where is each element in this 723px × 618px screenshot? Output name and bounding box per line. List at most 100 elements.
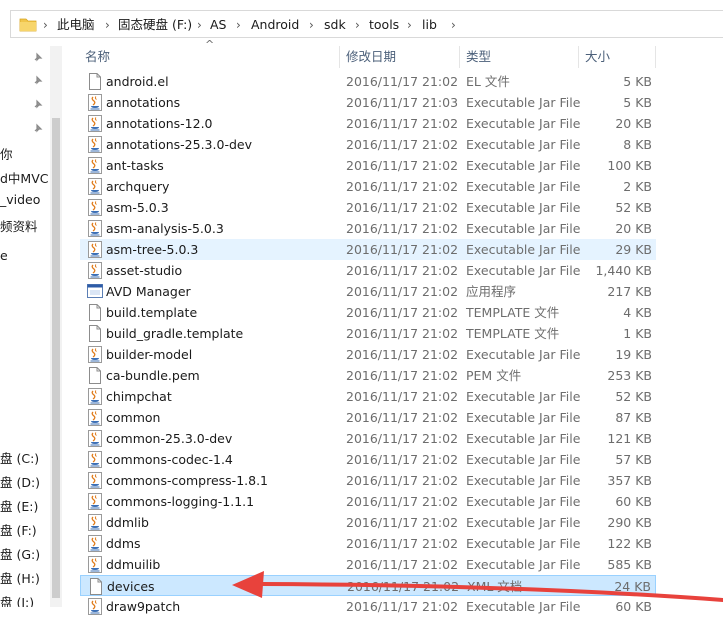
nav-item-drive-i[interactable]: 盘 (I:)	[0, 592, 34, 607]
file-size: 20 KB	[615, 116, 652, 131]
file-row[interactable]: archquery 2016/11/17 21:02 Executable Jar …	[80, 176, 656, 197]
file-name: annotations-12.0	[106, 116, 213, 131]
nav-scrollbar-thumb[interactable]	[52, 118, 60, 598]
file-row[interactable]: builder-model 2016/11/17 21:02 Executable …	[80, 344, 656, 365]
chevron-right-icon: ›	[236, 18, 241, 32]
file-modified-date: 2016/11/17 21:02	[346, 347, 459, 362]
nav-item-drive-c[interactable]: 盘 (C:)	[0, 448, 39, 467]
file-type: 应用程序	[466, 284, 517, 299]
nav-scrollbar[interactable]	[50, 46, 62, 607]
file-size: 1 KB	[623, 326, 652, 341]
file-size: 100 KB	[607, 158, 652, 173]
file-row[interactable]: android.el 2016/11/17 21:02 EL 文件 5 KB	[80, 71, 656, 92]
file-name: asm-tree-5.0.3	[106, 242, 199, 257]
file-name: AVD Manager	[106, 284, 191, 299]
breadcrumb-item-sdk[interactable]: sdk	[324, 16, 346, 34]
jar-icon	[87, 199, 103, 216]
file-row[interactable]: chimpchat 2016/11/17 21:02 Executable Jar …	[80, 386, 656, 407]
pin-icon[interactable]	[33, 123, 43, 133]
file-row[interactable]: commons-logging-1.1.1 2016/11/17 21:02 Exe…	[80, 491, 656, 512]
breadcrumb[interactable]: › 此电脑 › 固态硬盘 (F:) › AS › Android › sdk ›…	[10, 10, 723, 38]
file-type: Executable Jar File	[466, 410, 581, 425]
file-row[interactable]: asm-5.0.3 2016/11/17 21:02 Executable Jar …	[80, 197, 656, 218]
pin-icon[interactable]	[33, 75, 43, 85]
file-row[interactable]: ddmlib 2016/11/17 21:02 Executable Jar Fil…	[80, 512, 656, 533]
breadcrumb-item-drive-f[interactable]: 固态硬盘 (F:)	[118, 16, 192, 34]
file-row[interactable]: build.template 2016/11/17 21:02 TEMPLATE 文…	[80, 302, 656, 323]
file-size: 1,440 KB	[595, 263, 652, 278]
breadcrumb-item-android[interactable]: Android	[251, 16, 299, 34]
file-size: 52 KB	[615, 389, 652, 404]
jar-icon	[87, 136, 103, 153]
file-row[interactable]: asm-tree-5.0.3 2016/11/17 21:02 Executable…	[80, 239, 656, 260]
file-type: PEM 文件	[466, 368, 522, 383]
file-modified-date: 2016/11/17 21:02	[346, 200, 459, 215]
nav-item-drive-d[interactable]: 盘 (D:)	[0, 472, 40, 491]
file-name: common	[106, 410, 161, 425]
jar-icon	[87, 388, 103, 405]
nav-item[interactable]: e	[0, 248, 8, 263]
nav-item[interactable]: 你	[0, 144, 13, 163]
file-type: Executable Jar File	[466, 95, 581, 110]
jar-icon	[87, 493, 103, 510]
file-row[interactable]: commons-compress-1.8.1 2016/11/17 21:02 Ex…	[80, 470, 656, 491]
nav-item-drive-f[interactable]: 盘 (F:)	[0, 520, 37, 539]
file-modified-date: 2016/11/17 21:02	[346, 536, 459, 551]
jar-icon	[87, 262, 103, 279]
file-size: 5 KB	[623, 74, 652, 89]
file-row[interactable]: ant-tasks 2016/11/17 21:02 Executable Jar …	[80, 155, 656, 176]
file-size: 357 KB	[607, 473, 652, 488]
file-type: EL 文件	[466, 74, 510, 89]
file-row[interactable]: annotations-12.0 2016/11/17 21:02 Executab…	[80, 113, 656, 134]
file-modified-date: 2016/11/17 21:02	[347, 579, 460, 594]
file-row[interactable]: annotations 2016/11/17 21:03 Executable Ja…	[80, 92, 656, 113]
file-row[interactable]: ddmuilib 2016/11/17 21:02 Executable Jar F…	[80, 554, 656, 575]
column-header-size[interactable]: 大小	[579, 44, 655, 70]
app-icon	[87, 283, 103, 300]
breadcrumb-item-lib[interactable]: lib	[422, 16, 437, 34]
file-size: 121 KB	[607, 431, 652, 446]
file-type: TEMPLATE 文件	[466, 326, 560, 341]
file-row[interactable]: common 2016/11/17 21:02 Executable Jar Fil…	[80, 407, 656, 428]
nav-item-drive-e[interactable]: 盘 (E:)	[0, 496, 38, 515]
file-name: archquery	[106, 179, 170, 194]
file-size: 585 KB	[607, 557, 652, 572]
file-row[interactable]: AVD Manager 2016/11/17 21:02 应用程序 217 KB	[80, 281, 656, 302]
file-row[interactable]: ddms 2016/11/17 21:02 Executable Jar File 1…	[80, 533, 656, 554]
file-modified-date: 2016/11/17 21:02	[346, 179, 459, 194]
file-row[interactable]: common-25.3.0-dev 2016/11/17 21:02 Executa…	[80, 428, 656, 449]
file-name: chimpchat	[106, 389, 172, 404]
nav-item[interactable]: 频资料	[0, 216, 38, 235]
file-modified-date: 2016/11/17 21:02	[346, 473, 459, 488]
column-divider[interactable]	[655, 46, 656, 68]
file-row[interactable]: ca-bundle.pem 2016/11/17 21:02 PEM 文件 253 K…	[80, 365, 656, 386]
file-size: 4 KB	[623, 305, 652, 320]
column-header-date[interactable]: 修改日期	[340, 44, 460, 70]
jar-icon	[87, 514, 103, 531]
pin-icon[interactable]	[33, 99, 43, 109]
breadcrumb-item-this-pc[interactable]: 此电脑	[57, 16, 95, 34]
file-modified-date: 2016/11/17 21:02	[346, 305, 459, 320]
folder-icon	[19, 18, 37, 32]
pin-icon[interactable]	[33, 52, 43, 62]
file-row[interactable]: asset-studio 2016/11/17 21:02 Executable J…	[80, 260, 656, 281]
nav-item-drive-h[interactable]: 盘 (H:)	[0, 568, 40, 587]
breadcrumb-item-tools[interactable]: tools	[369, 16, 399, 34]
file-name: ca-bundle.pem	[106, 368, 200, 383]
file-row[interactable]: asm-analysis-5.0.3 2016/11/17 21:02 Execut…	[80, 218, 656, 239]
nav-item[interactable]: d中MVC	[0, 168, 48, 187]
file-icon	[87, 367, 103, 384]
nav-item[interactable]: _video	[0, 192, 40, 207]
column-header-name[interactable]: 名称	[79, 44, 339, 70]
file-icon	[87, 304, 103, 321]
breadcrumb-item-as[interactable]: AS	[210, 16, 227, 34]
file-row[interactable]: build_gradle.template 2016/11/17 21:02 TEM…	[80, 323, 656, 344]
file-row[interactable]: commons-codec-1.4 2016/11/17 21:02 Executa…	[80, 449, 656, 470]
chevron-right-icon: ›	[407, 18, 412, 32]
column-header-type[interactable]: 类型	[460, 44, 579, 70]
nav-item-drive-g[interactable]: 盘 (G:)	[0, 544, 40, 563]
file-name: asm-analysis-5.0.3	[106, 221, 224, 236]
file-row[interactable]: devices 2016/11/17 21:02 XML 文档 24 KB	[80, 575, 656, 596]
jar-icon	[87, 430, 103, 447]
file-row[interactable]: annotations-25.3.0-dev 2016/11/17 21:02 Ex…	[80, 134, 656, 155]
